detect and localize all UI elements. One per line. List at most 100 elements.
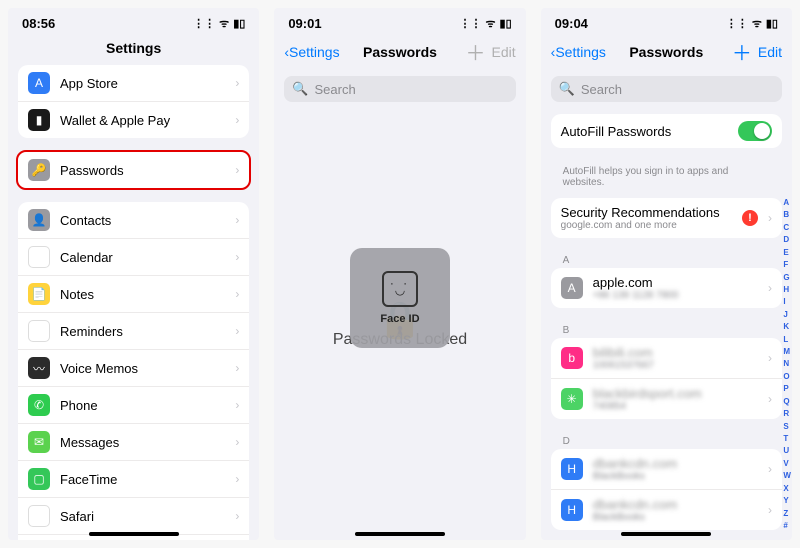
cellular-icon: ⋮⋮ (726, 17, 748, 30)
settings-row[interactable]: ▢ FaceTime › (18, 461, 249, 498)
nav-bar: ‹ Settings Passwords ＋ Edit (274, 33, 525, 72)
autofill-toggle[interactable] (738, 121, 772, 141)
index-letter[interactable]: I (783, 297, 791, 306)
edit-button[interactable]: Edit (758, 44, 782, 60)
wifi-icon: ᯤ (219, 16, 229, 31)
back-button[interactable]: ‹ Settings (284, 44, 339, 60)
index-letter[interactable]: K (783, 322, 791, 331)
password-row[interactable]: ✳ blackbirdsport.com 740854 › (551, 379, 782, 419)
settings-row[interactable]: ✆ Phone › (18, 387, 249, 424)
index-letter[interactable]: G (783, 273, 791, 282)
settings-row[interactable]: ✉︎ Messages › (18, 424, 249, 461)
app-icon: ✆ (28, 394, 50, 416)
index-letter[interactable]: L (783, 335, 791, 344)
settings-row[interactable]: 👤 Contacts › (18, 202, 249, 239)
index-letter[interactable]: # (783, 521, 791, 530)
row-label: App Store (60, 76, 225, 91)
faceid-label: Face ID (380, 313, 419, 325)
index-letter[interactable]: O (783, 372, 791, 381)
search-input[interactable]: 🔍 Search (551, 76, 782, 102)
index-letter[interactable]: B (783, 210, 791, 219)
screen-passwords-list: 09:04 ⋮⋮ ᯤ ▮▯ ‹ Settings Passwords ＋ Edi… (541, 8, 792, 540)
settings-row[interactable]: ▦ Calendar › (18, 239, 249, 276)
faceid-icon (382, 271, 418, 307)
site-user: BlackBooks (593, 471, 758, 482)
app-icon: 🔑 (28, 159, 50, 181)
search-input[interactable]: 🔍 Search (284, 76, 515, 102)
locked-area: 🔒 Passwords Locked Face ID (274, 108, 525, 540)
home-indicator[interactable] (89, 532, 179, 536)
battery-icon: ▮▯ (500, 17, 512, 30)
index-letter[interactable]: A (783, 198, 791, 207)
index-letter[interactable]: S (783, 422, 791, 431)
password-group: b bilibili.com 10061537667 ›✳ blackbirds… (551, 338, 782, 419)
password-row[interactable]: H dbankcdn.com BlackBooks › (551, 449, 782, 490)
settings-row[interactable]: ⋮ Reminders › (18, 313, 249, 350)
security-recs-label: Security Recommendations (561, 205, 732, 220)
index-letter[interactable]: P (783, 384, 791, 393)
home-indicator[interactable] (621, 532, 711, 536)
password-row[interactable]: A apple.com +86 139 1128 7800 › (551, 268, 782, 308)
nav-bar: ‹ Settings Passwords ＋ Edit (541, 33, 792, 72)
index-letter[interactable]: Z (783, 509, 791, 518)
battery-icon: ▮▯ (766, 17, 778, 30)
index-letter[interactable]: J (783, 310, 791, 319)
site-user: BlackBooks (593, 512, 758, 523)
index-letter[interactable]: C (783, 223, 791, 232)
back-label: Settings (555, 44, 606, 60)
index-letter[interactable]: E (783, 248, 791, 257)
password-row[interactable]: H dbankcdn.com BlackBooks › (551, 490, 782, 530)
site-name: bilibili.com (593, 345, 758, 360)
alpha-index[interactable]: ABCDEFGHIJKLMNOPQRSTUVWXYZ # (783, 198, 791, 530)
index-letter[interactable]: M (783, 347, 791, 356)
index-letter[interactable]: H (783, 285, 791, 294)
site-name: apple.com (593, 275, 758, 290)
index-letter[interactable]: X (783, 484, 791, 493)
chevron-right-icon: › (235, 324, 239, 338)
site-icon: H (561, 499, 583, 521)
settings-row[interactable]: 📄 Notes › (18, 276, 249, 313)
app-icon: ▮ (28, 109, 50, 131)
site-name: dbankcdn.com (593, 497, 758, 512)
row-label: Voice Memos (60, 361, 225, 376)
settings-group: A App Store ›▮ Wallet & Apple Pay › (18, 65, 249, 138)
settings-row[interactable]: ◎ Safari › (18, 498, 249, 535)
index-letter[interactable]: N (783, 359, 791, 368)
passwords-list[interactable]: AutoFill Passwords AutoFill helps you si… (541, 108, 792, 540)
index-letter[interactable]: W (783, 471, 791, 480)
wifi-icon: ᯤ (752, 16, 762, 31)
autofill-row[interactable]: AutoFill Passwords (551, 114, 782, 148)
home-indicator[interactable] (355, 532, 445, 536)
settings-row[interactable]: 〰 Voice Memos › (18, 350, 249, 387)
chevron-right-icon: › (768, 351, 772, 365)
app-icon: ▦ (28, 246, 50, 268)
index-letter[interactable]: F (783, 260, 791, 269)
index-letter[interactable]: Q (783, 397, 791, 406)
site-user: 740854 (593, 401, 758, 412)
index-letter[interactable]: T (783, 434, 791, 443)
settings-row[interactable]: A App Store › (18, 65, 249, 102)
chevron-right-icon: › (235, 163, 239, 177)
settings-row[interactable]: 🔑 Passwords › (18, 152, 249, 188)
app-icon: ⋮ (28, 320, 50, 342)
chevron-right-icon: › (235, 398, 239, 412)
index-letter[interactable]: Y (783, 496, 791, 505)
wifi-icon: ᯤ (486, 16, 496, 31)
security-recs-row[interactable]: Security Recommendations google.com and … (551, 198, 782, 238)
settings-list[interactable]: A App Store ›▮ Wallet & Apple Pay › 🔑 Pas… (8, 65, 259, 540)
index-letter[interactable]: R (783, 409, 791, 418)
chevron-right-icon: › (768, 211, 772, 225)
add-button[interactable]: ＋ (732, 37, 752, 66)
index-letter[interactable]: V (783, 459, 791, 468)
password-row[interactable]: b bilibili.com 10061537667 › (551, 338, 782, 379)
search-icon: 🔍 (559, 81, 575, 97)
screen-settings: 08:56 ⋮⋮ ᯤ ▮▯ Settings A App Store ›▮ Wa… (8, 8, 259, 540)
index-letter[interactable]: D (783, 235, 791, 244)
chevron-right-icon: › (235, 435, 239, 449)
security-recs-sub: google.com and one more (561, 220, 732, 231)
app-icon: 📄 (28, 283, 50, 305)
index-letter[interactable]: U (783, 446, 791, 455)
settings-row[interactable]: ▮ Wallet & Apple Pay › (18, 102, 249, 138)
add-button: ＋ (466, 37, 486, 66)
back-button[interactable]: ‹ Settings (551, 44, 606, 60)
